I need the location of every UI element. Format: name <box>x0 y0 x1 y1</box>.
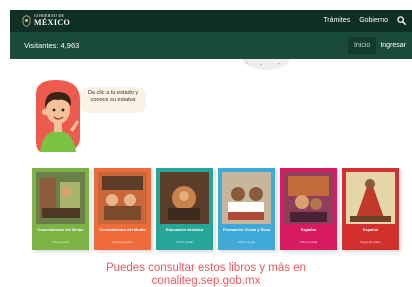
nav-tramites-link[interactable]: Trámites <box>323 17 350 24</box>
book-artwork <box>36 172 85 224</box>
secondary-nav: Inicio Ingresar <box>347 37 406 54</box>
book-title: Educación Artística <box>165 227 204 232</box>
secondary-bar: Visitantes: 4,963 Inicio Ingresar <box>10 32 412 59</box>
book-artwork <box>160 172 209 224</box>
book-grade: Primer grado <box>299 240 318 244</box>
nav-gobierno-link[interactable]: Gobierno <box>359 17 388 24</box>
cta-link[interactable]: conaliteg.sep.gob.mx <box>0 275 412 287</box>
book-grade: Primer grado <box>51 240 70 244</box>
book-cover-6[interactable]: Español Segundo grado <box>342 168 402 250</box>
book-grade: Segundo grado <box>112 240 133 244</box>
child-avatar-illustration[interactable] <box>30 80 82 152</box>
book-grade: Segundo grado <box>360 240 381 244</box>
book-artwork <box>98 172 147 224</box>
nav-inicio-link[interactable]: Inicio <box>347 37 377 54</box>
book-cover-2[interactable]: Conocimiento del Medio Segundo grado <box>94 168 154 250</box>
boy-avatar-icon <box>36 80 80 152</box>
book-cover-5[interactable]: Español Primer grado <box>280 168 340 250</box>
book-title: Español <box>300 227 317 232</box>
book-title: Conocimiento del Medio <box>99 227 146 232</box>
visitor-counter: Visitantes: 4,963 <box>24 41 80 50</box>
textbook-gallery: Conocimiento del Medio Primer grado Cono… <box>22 158 402 260</box>
top-nav: Trámites Gobierno <box>323 16 406 25</box>
book-title: Conocimiento del Medio <box>37 227 84 232</box>
bubble-text: Da clic a tu estado y conoce su estatus <box>87 90 139 104</box>
book-cover-3[interactable]: Educación Artística Primer grado <box>156 168 216 250</box>
speech-bubble: Da clic a tu estado y conoce su estatus <box>80 87 146 113</box>
book-artwork <box>222 172 271 224</box>
book-grade: Primer grado <box>237 240 256 244</box>
cta-text: Puedes consultar estos libros y más en <box>105 262 307 274</box>
book-title: Español <box>362 227 379 232</box>
nav-ingresar-link[interactable]: Ingresar <box>380 42 406 49</box>
book-artwork <box>284 172 333 224</box>
book-cover-1[interactable]: Conocimiento del Medio Primer grado <box>32 168 92 250</box>
book-title: Formación Cívica y Ética <box>222 227 271 232</box>
logo-main-text: MÉXICO <box>34 18 71 27</box>
eagle-emblem-icon <box>22 15 31 27</box>
search-icon[interactable] <box>397 16 406 25</box>
top-navigation-bar: GOBIERNO DE MÉXICO Trámites Gobierno <box>10 10 412 32</box>
decorative-cloud <box>242 59 290 70</box>
book-artwork <box>346 172 395 224</box>
book-grade: Primer grado <box>175 240 194 244</box>
book-cover-4[interactable]: Formación Cívica y Ética Primer grado <box>218 168 278 250</box>
